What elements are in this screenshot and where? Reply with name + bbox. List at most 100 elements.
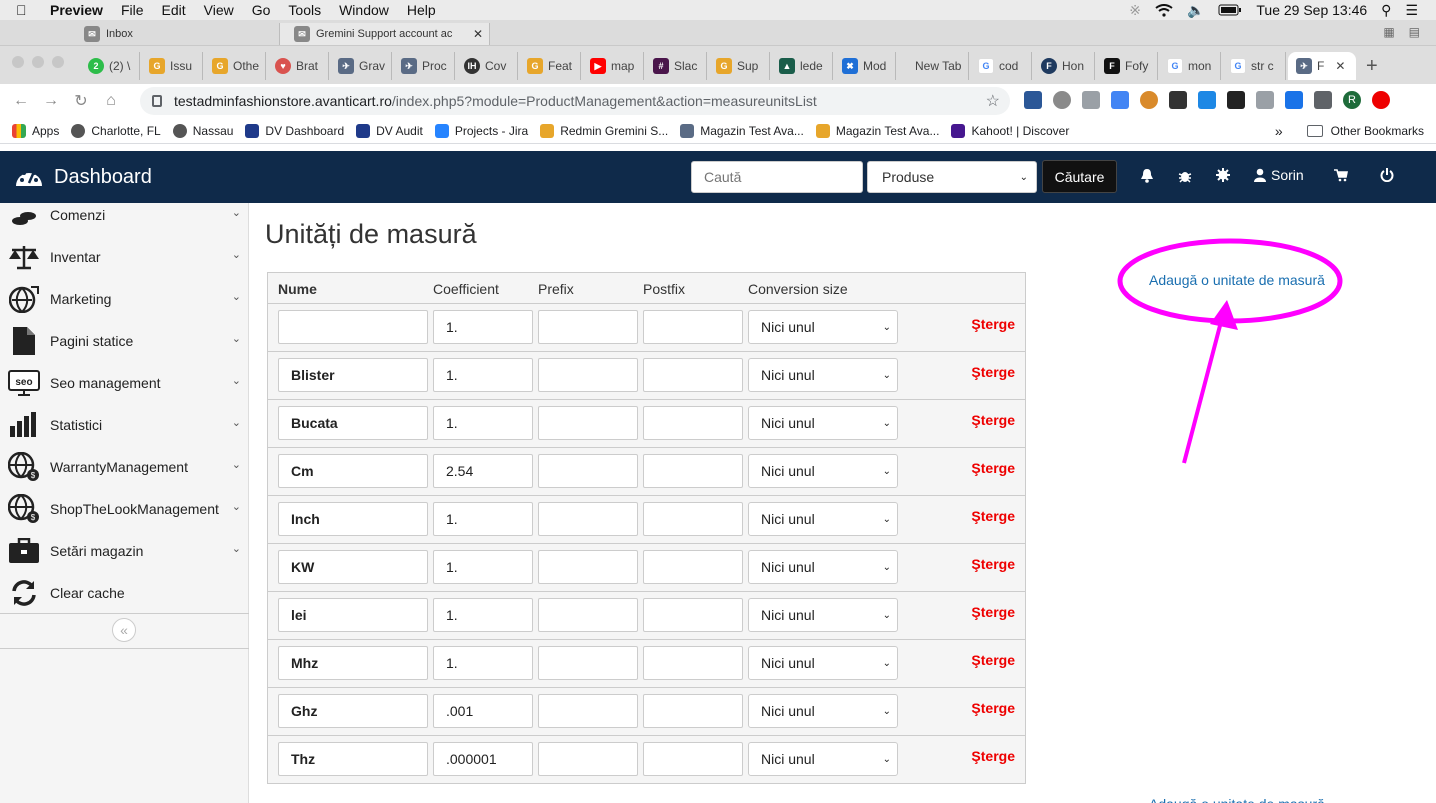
browser-tab[interactable]: ▶ map: [582, 52, 644, 80]
sidebar-item-seo-management[interactable]: seo Seo management ⌄: [0, 362, 249, 404]
extension-drive-icon[interactable]: [1053, 91, 1071, 109]
delete-link[interactable]: Şterge: [971, 604, 1015, 620]
browser-tab[interactable]: IH Cov: [456, 52, 518, 80]
forward-arrow-icon[interactable]: →: [36, 92, 66, 110]
sidebar-item-setari-magazin[interactable]: Setări magazin ⌄: [0, 530, 249, 572]
menu-help[interactable]: Help: [407, 2, 436, 18]
bookmark-item[interactable]: Nassau: [172, 123, 233, 138]
browser-tab[interactable]: G Feat: [519, 52, 581, 80]
postfix-input[interactable]: [643, 742, 743, 776]
postfix-input[interactable]: [643, 310, 743, 344]
prefix-input[interactable]: [538, 502, 638, 536]
gear-icon[interactable]: [1216, 168, 1230, 182]
battery-icon[interactable]: [1218, 4, 1242, 16]
postfix-input[interactable]: [643, 598, 743, 632]
name-input[interactable]: lei: [278, 598, 428, 632]
bookmark-star-icon[interactable]: ☆: [986, 91, 1000, 111]
bookmark-item[interactable]: Magazin Test Ava...: [680, 123, 804, 138]
prefix-input[interactable]: [538, 742, 638, 776]
prefix-input[interactable]: [538, 454, 638, 488]
document-icon[interactable]: ▤: [1409, 25, 1420, 39]
zoom-window-button[interactable]: [52, 56, 64, 68]
menu-window[interactable]: Window: [339, 2, 389, 18]
prefix-input[interactable]: [538, 694, 638, 728]
bug-icon[interactable]: [1178, 168, 1192, 183]
delete-link[interactable]: Şterge: [971, 508, 1015, 524]
postfix-input[interactable]: [643, 550, 743, 584]
sidebar-item-shopthelook[interactable]: $ ShopTheLookManagement ⌄: [0, 488, 249, 530]
brand[interactable]: Dashboard: [14, 164, 152, 190]
bookmark-item[interactable]: Magazin Test Ava...: [815, 123, 939, 138]
bookmark-item[interactable]: DV Audit: [356, 123, 423, 138]
extensions-puzzle-icon[interactable]: [1314, 91, 1332, 109]
minimize-window-button[interactable]: [32, 56, 44, 68]
cart-icon[interactable]: [1333, 168, 1348, 182]
menu-tools[interactable]: Tools: [288, 2, 321, 18]
name-input[interactable]: Blister: [278, 358, 428, 392]
conversion-size-select[interactable]: Nici unul ⌄: [748, 646, 898, 680]
extension-new-icon[interactable]: [1227, 91, 1245, 109]
conversion-size-select[interactable]: Nici unul ⌄: [748, 694, 898, 728]
browser-tab[interactable]: Gstr c: [1222, 52, 1286, 80]
coefficient-input[interactable]: 1.: [433, 646, 533, 680]
postfix-input[interactable]: [643, 358, 743, 392]
browser-tab[interactable]: ✈ Proc: [393, 52, 455, 80]
name-input[interactable]: Thz: [278, 742, 428, 776]
lock-icon[interactable]: [152, 95, 162, 107]
bookmark-apps[interactable]: Apps: [12, 123, 59, 138]
delete-link[interactable]: Şterge: [971, 556, 1015, 572]
prefix-input[interactable]: [538, 310, 638, 344]
volume-icon[interactable]: 🔈: [1187, 2, 1204, 19]
conversion-size-select[interactable]: Nici unul ⌄: [748, 310, 898, 344]
wifi-icon[interactable]: [1155, 3, 1173, 17]
postfix-input[interactable]: [643, 406, 743, 440]
new-tab-button[interactable]: +: [1366, 55, 1378, 78]
bookmark-item[interactable]: Kahoot! | Discover: [951, 123, 1069, 138]
browser-tab[interactable]: ✈ Grav: [330, 52, 392, 80]
coefficient-input[interactable]: 1.: [433, 550, 533, 584]
browser-tab[interactable]: Gcod: [970, 52, 1032, 80]
bookmark-item[interactable]: Projects - Jira: [434, 123, 528, 138]
control-center-icon[interactable]: ☰: [1405, 2, 1418, 19]
bookmarks-overflow-icon[interactable]: »: [1275, 123, 1283, 139]
extension-code-icon[interactable]: [1256, 91, 1274, 109]
coefficient-input[interactable]: 1.: [433, 358, 533, 392]
search-button[interactable]: Căutare: [1042, 160, 1117, 193]
collapse-sidebar-button[interactable]: «: [112, 618, 136, 642]
browser-tab[interactable]: F Hon: [1033, 52, 1095, 80]
postfix-input[interactable]: [643, 646, 743, 680]
delete-link[interactable]: Şterge: [971, 748, 1015, 764]
search-input[interactable]: [691, 161, 863, 193]
sidebar-item-marketing[interactable]: Marketing ⌄: [0, 278, 249, 320]
browser-tab[interactable]: Gmon: [1159, 52, 1221, 80]
clock[interactable]: Tue 29 Sep 13:46: [1256, 2, 1367, 18]
home-icon[interactable]: ⌂: [96, 92, 126, 110]
browser-tab[interactable]: New Tab: [897, 52, 969, 80]
bluetooth-icon[interactable]: ※: [1129, 2, 1141, 19]
menu-app-name[interactable]: Preview: [50, 2, 103, 18]
other-bookmarks[interactable]: Other Bookmarks: [1331, 124, 1424, 138]
extension-arrow-icon[interactable]: [1198, 91, 1216, 109]
prefix-input[interactable]: [538, 406, 638, 440]
coefficient-input[interactable]: 1.: [433, 598, 533, 632]
name-input[interactable]: Cm: [278, 454, 428, 488]
name-input[interactable]: [278, 310, 428, 344]
back-tab-inbox[interactable]: ✉ Inbox: [70, 23, 280, 45]
conversion-size-select[interactable]: Nici unul ⌄: [748, 598, 898, 632]
extension-dark-icon[interactable]: [1169, 91, 1187, 109]
coefficient-input[interactable]: .000001: [433, 742, 533, 776]
browser-tab[interactable]: ♥ Brat: [267, 52, 329, 80]
browser-tab[interactable]: G Sup: [708, 52, 770, 80]
back-arrow-icon[interactable]: ←: [6, 92, 36, 110]
prefix-input[interactable]: [538, 550, 638, 584]
conversion-size-select[interactable]: Nici unul ⌄: [748, 502, 898, 536]
bookmark-item[interactable]: DV Dashboard: [245, 123, 344, 138]
extension-cookie-icon[interactable]: [1140, 91, 1158, 109]
menu-file[interactable]: File: [121, 2, 144, 18]
coefficient-input[interactable]: 1.: [433, 406, 533, 440]
prefix-input[interactable]: [538, 646, 638, 680]
conversion-size-select[interactable]: Nici unul ⌄: [748, 454, 898, 488]
bell-icon[interactable]: [1140, 168, 1154, 183]
name-input[interactable]: Mhz: [278, 646, 428, 680]
name-input[interactable]: Ghz: [278, 694, 428, 728]
